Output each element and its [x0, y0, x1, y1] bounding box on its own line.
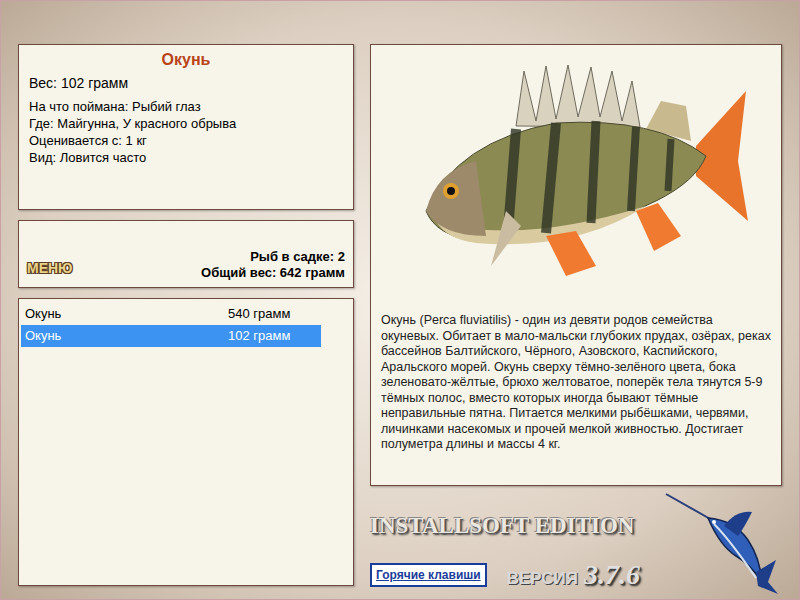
fish-detail: Вид: Ловится часто [29, 149, 343, 166]
catch-row[interactable]: Окунь540 грамм [21, 303, 321, 325]
fish-info-panel: ОкуньВес: 102 грамм На что поймана: Рыбий… [18, 44, 354, 210]
catch-list: Окунь540 граммОкунь102 грамм [18, 298, 354, 586]
version-number: 3.7.6 [584, 554, 640, 596]
bottom-row: Горячие клавиши ВЕРСИЯ3.7.6 [370, 554, 664, 596]
fish-title: Окунь [29, 49, 343, 71]
edition-logo: INSTALLSOFT EDITION [370, 512, 664, 540]
perch-fish-icon [396, 51, 756, 281]
fish-description: Окунь (Perca fluviatilis) - один из девя… [381, 313, 771, 453]
catch-weight: 540 грамм [228, 304, 317, 324]
keepnet-panel: МЕНЮ Рыб в садке: 2Общий вес: 642 грамм [18, 220, 354, 288]
total-weight: Общий вес: 642 грамм [201, 265, 345, 281]
catch-row[interactable]: Окунь102 грамм [21, 325, 321, 347]
menu-button[interactable]: МЕНЮ [27, 258, 73, 281]
catch-name: Окунь [25, 326, 228, 346]
keepnet-summary: Рыб в садке: 2Общий вес: 642 грамм [201, 249, 345, 281]
fish-details: На что поймана: Рыбий глазГде: Майгунна,… [29, 98, 343, 166]
catch-weight: 102 грамм [228, 326, 317, 346]
hotkeys-button[interactable]: Горячие клавиши [370, 563, 487, 587]
fish-picture [381, 45, 771, 313]
fish-detail: На что поймана: Рыбий глаз [29, 98, 343, 115]
fish-detail: Оценивается с: 1 кг [29, 132, 343, 149]
branding-text: INSTALLSOFT EDITION Горячие клавиши ВЕРСИЯ… [370, 490, 664, 596]
left-column: ОкуньВес: 102 граммНа что поймана: Рыбий… [18, 44, 354, 599]
fish-description-panel: Окунь (Perca fluviatilis) - один из девя… [370, 44, 782, 486]
fish-count: Рыб в садке: 2 [250, 249, 345, 265]
catch-name: Окунь [25, 304, 228, 324]
branding-area: INSTALLSOFT EDITION Горячие клавиши ВЕРСИЯ… [370, 490, 782, 596]
game-screen: ОкуньВес: 102 граммНа что поймана: Рыбий… [0, 0, 800, 600]
fish-detail: Где: Майгунна, У красного обрыва [29, 115, 343, 132]
fish-weight: Вес: 102 грамм [29, 73, 343, 93]
version-label: ВЕРСИЯ [507, 566, 578, 592]
marlin-logo [664, 490, 782, 596]
marlin-logo-icon [664, 490, 782, 596]
version: ВЕРСИЯ3.7.6 [507, 554, 640, 596]
right-column: Окунь (Perca fluviatilis) - один из девя… [370, 44, 782, 599]
